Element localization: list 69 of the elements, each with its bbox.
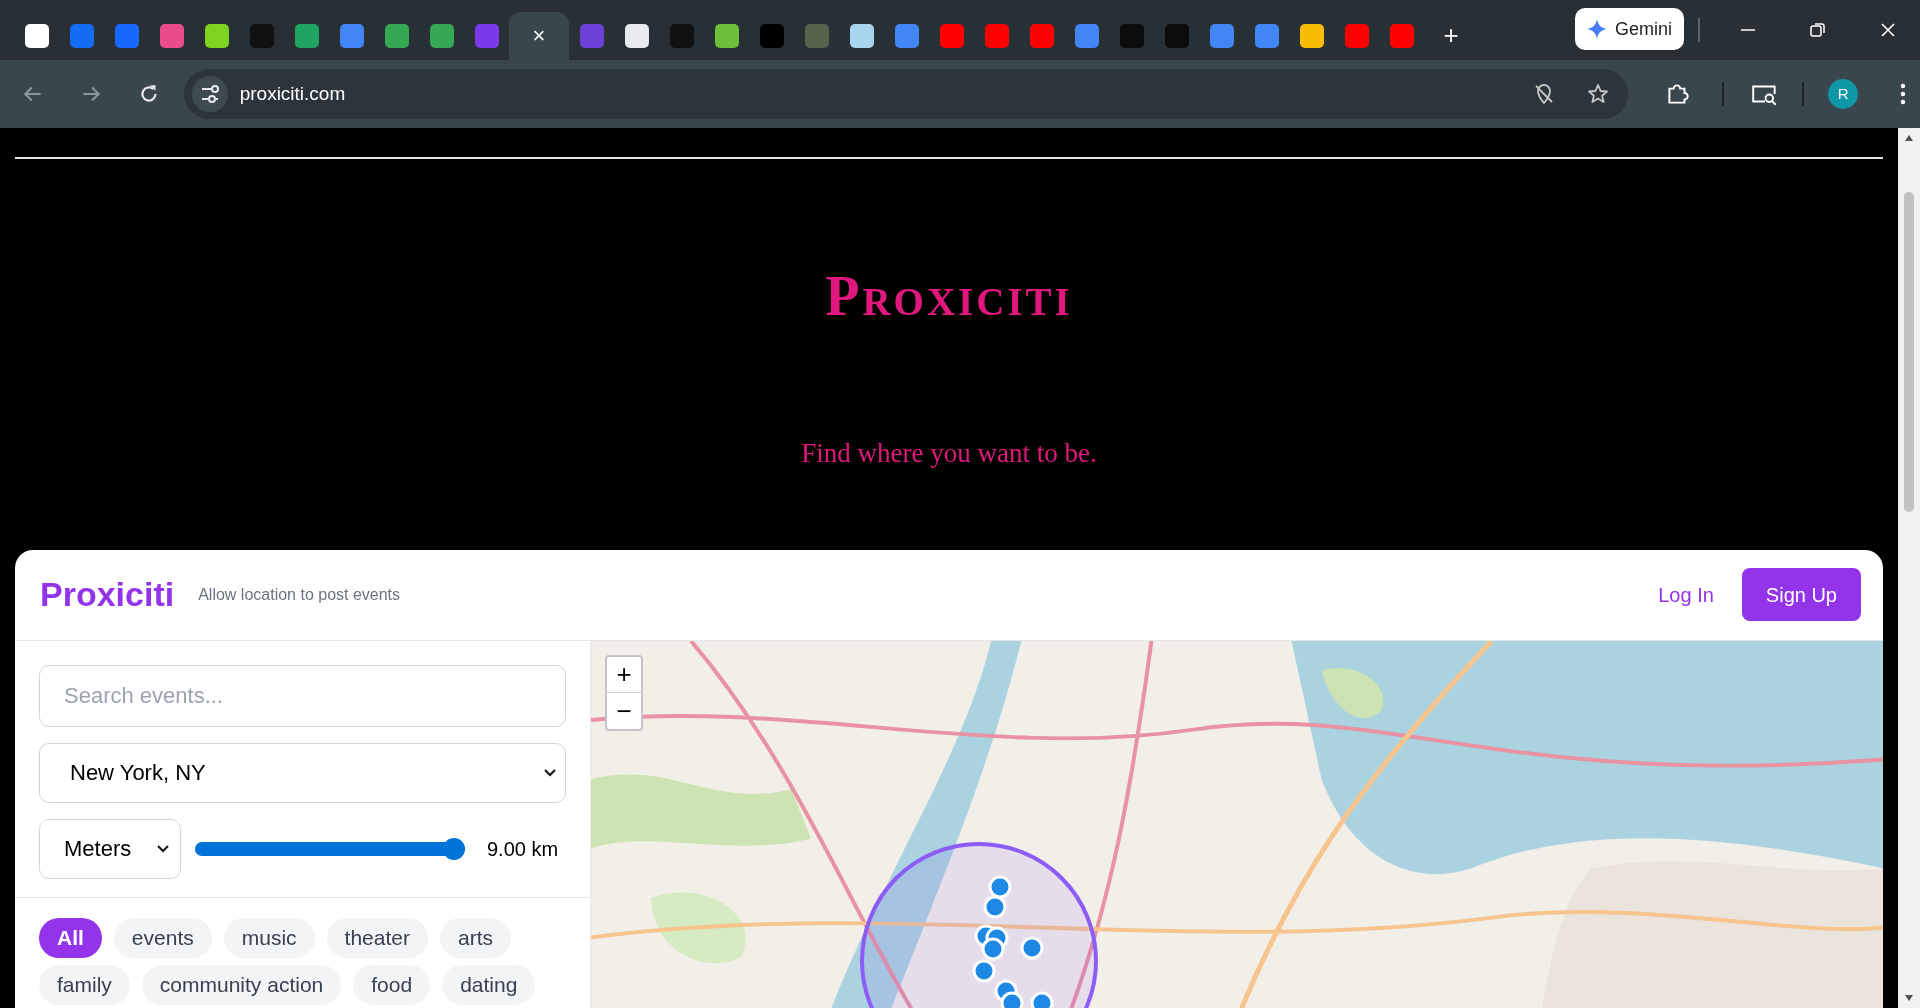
category-chip[interactable]: theater (326, 917, 428, 958)
search-field[interactable]: Search events... (39, 664, 566, 727)
url-text[interactable]: proxiciti.com (239, 79, 1521, 109)
favicon-icon (384, 24, 409, 48)
category-chip[interactable]: community action (141, 964, 342, 1005)
favicon-icon (1209, 24, 1234, 48)
favicon-icon (339, 24, 364, 48)
favicon-icon (1029, 24, 1054, 48)
favicon-icon (1119, 24, 1144, 48)
category-chip[interactable]: events (113, 917, 212, 958)
close-tab-icon[interactable]: × (532, 25, 546, 47)
favicon-icon (624, 24, 649, 48)
favicon-icon (984, 24, 1009, 48)
favicon-icon (1164, 24, 1189, 48)
unit-dropdown[interactable]: Meters (39, 818, 181, 879)
favicon-icon (939, 24, 964, 48)
scrollbar-thumb[interactable] (1904, 192, 1914, 512)
favicon-icon (204, 24, 229, 48)
favicon-icon (759, 24, 784, 48)
restore-icon[interactable] (1808, 20, 1828, 40)
favicon-icon (474, 24, 499, 48)
menu-icon[interactable] (1900, 83, 1906, 105)
category-chip[interactable]: food (353, 964, 431, 1005)
favicon-icon (804, 24, 829, 48)
chevron-down-icon (156, 843, 170, 854)
favicon-icon (1254, 24, 1279, 48)
address-bar[interactable]: proxiciti.com (183, 69, 1629, 119)
category-chip[interactable]: music (223, 917, 315, 958)
favicon-icon (429, 24, 454, 48)
login-link[interactable]: Log In (1644, 571, 1728, 618)
location-notice: Allow location to post events (198, 584, 402, 605)
category-chip[interactable]: dating (442, 964, 536, 1005)
favicon-icon (114, 24, 139, 48)
tagline: Find where you want to be. (801, 437, 1097, 470)
site-title: Proxiciti (825, 264, 1073, 329)
sparkle-icon (1587, 19, 1607, 39)
slider-thumb[interactable] (443, 837, 466, 860)
site-settings-icon[interactable] (191, 76, 228, 112)
favicon-icon (24, 24, 49, 48)
favicon-icon (1389, 24, 1414, 48)
radius-reading: 9.00 km (487, 836, 559, 862)
zoom-in-button[interactable]: + (607, 656, 641, 693)
category-chip[interactable]: All (39, 917, 102, 958)
browser-tab[interactable]: × (509, 12, 569, 60)
category-chip[interactable]: family (39, 964, 130, 1005)
favicon-icon (714, 24, 739, 48)
scrollbar[interactable] (1898, 128, 1920, 1008)
favicon-icon (1074, 24, 1099, 48)
star-icon[interactable] (1586, 82, 1611, 106)
favicon-icon (1344, 24, 1369, 48)
favicon-icon (159, 24, 184, 48)
favicon-icon (69, 24, 94, 48)
favicon-icon (849, 24, 874, 48)
gemini-button[interactable]: Gemini (1575, 8, 1684, 50)
favicon-icon (294, 24, 319, 48)
favicon-icon (669, 24, 694, 48)
brand-logo[interactable]: Proxiciti (40, 569, 175, 620)
favicon-icon (249, 24, 274, 48)
city-dropdown[interactable]: New York, NY (39, 742, 566, 803)
scroll-up-icon[interactable] (1904, 134, 1914, 142)
favicon-icon (1299, 24, 1324, 48)
chevron-down-icon (543, 767, 557, 778)
favicon-icon (894, 24, 919, 48)
signup-button[interactable]: Sign Up (1741, 568, 1861, 621)
zoom-out-button[interactable]: − (607, 692, 641, 729)
new-tab-button[interactable]: + (1436, 20, 1466, 50)
category-chip[interactable]: arts (439, 917, 511, 958)
scroll-down-icon[interactable] (1904, 994, 1914, 1002)
favicon-icon (579, 24, 604, 48)
